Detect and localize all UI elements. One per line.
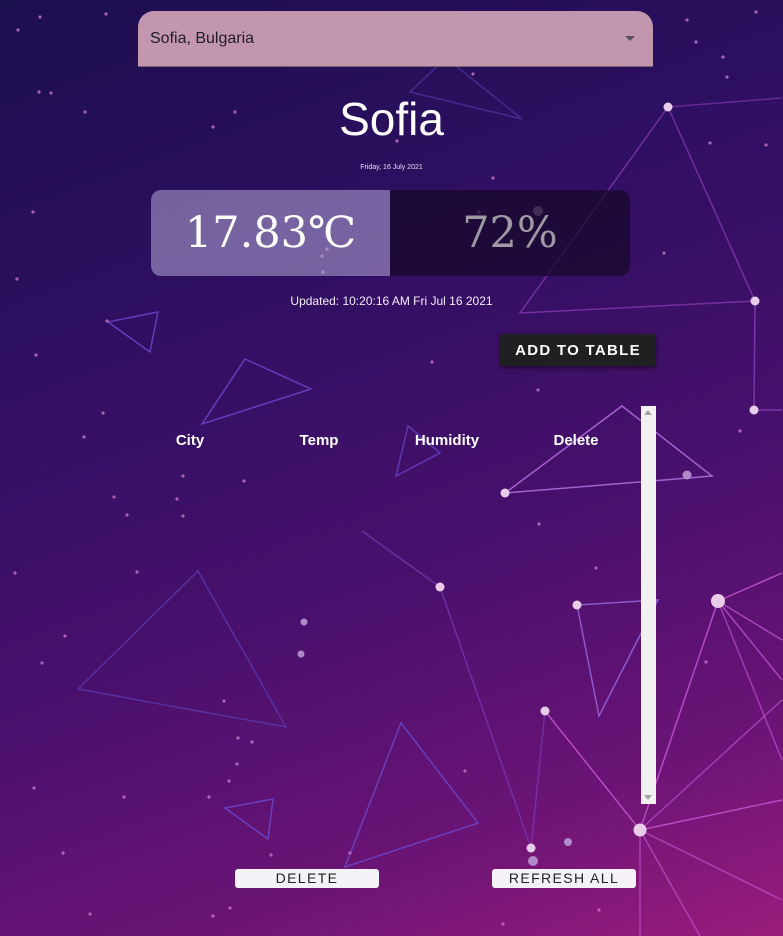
city-select[interactable]: Sofia, Bulgaria (138, 11, 653, 67)
column-header-humidity: Humidity (414, 432, 480, 449)
weather-reading-panel: 17.83℃ 72% (151, 190, 630, 276)
city-select-value: Sofia, Bulgaria (150, 30, 255, 47)
column-header-temp: Temp (299, 432, 339, 449)
scroll-up-arrow-icon[interactable] (644, 410, 652, 415)
dropdown-caret-icon (625, 36, 635, 41)
column-header-city: City (175, 432, 205, 449)
add-to-table-button[interactable]: ADD TO TABLE (500, 334, 656, 366)
table-scrollbar[interactable] (641, 406, 656, 804)
column-header-delete: Delete (553, 432, 599, 449)
refresh-all-button[interactable]: REFRESH ALL (492, 869, 636, 888)
date-label: Friday, 16 July 2021 (360, 164, 423, 171)
city-title: Sofia (339, 93, 444, 145)
humidity-value: 72% (390, 190, 630, 276)
delete-button[interactable]: DELETE (235, 869, 379, 888)
updated-timestamp: Updated: 10:20:16 AM Fri Jul 16 2021 (290, 294, 493, 308)
temperature-value: 17.83℃ (151, 190, 390, 276)
scroll-down-arrow-icon[interactable] (644, 795, 652, 800)
